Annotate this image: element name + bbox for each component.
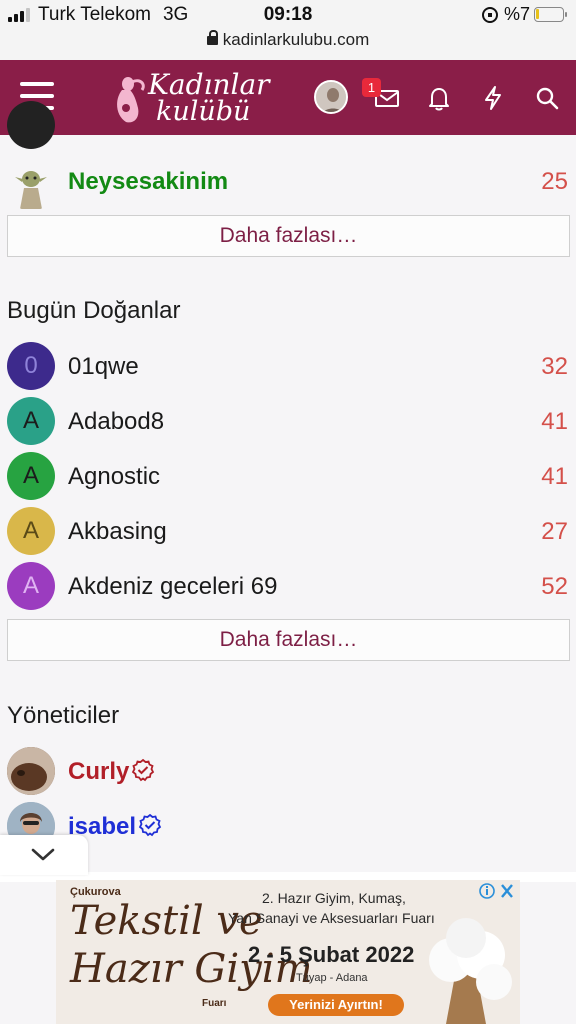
lock-icon: [206, 30, 218, 45]
avatar[interactable]: [7, 747, 55, 795]
admin-name-link[interactable]: Curly: [68, 758, 155, 786]
avatar[interactable]: A: [7, 397, 55, 445]
member-age: 32: [541, 353, 568, 380]
avatar[interactable]: [7, 163, 55, 211]
verified-badge-icon: [132, 758, 155, 782]
avatar[interactable]: [7, 101, 55, 149]
bell-icon[interactable]: [424, 83, 454, 113]
yoda-avatar-icon: [15, 171, 47, 209]
more-birthdays-button[interactable]: Daha fazlası…: [7, 619, 570, 661]
member-name-link[interactable]: 01qwe: [68, 353, 139, 381]
avatar[interactable]: A: [7, 507, 55, 555]
battery-info: %7: [481, 4, 567, 25]
ad-close-icon[interactable]: [478, 882, 516, 900]
ad-cta-button[interactable]: Yerinizi Ayırtın!: [268, 994, 404, 1016]
avatar[interactable]: A: [7, 452, 55, 500]
member-count: 25: [541, 168, 568, 195]
more-online-button[interactable]: Daha fazlası…: [7, 215, 570, 257]
member-name-link[interactable]: Akbasing: [68, 518, 167, 546]
battery-icon: [534, 7, 567, 22]
ad-headline-line2: Yan Sanayi ve Aksesuarları Fuarı: [228, 910, 435, 926]
search-icon[interactable]: [532, 83, 562, 113]
user-avatar[interactable]: [314, 80, 348, 114]
ad-dates: 2 - 5 Şubat 2022: [248, 942, 415, 967]
section-title-birthdays: Bugün Doğanlar: [7, 297, 181, 324]
logo-text-line2: kulübü: [156, 96, 251, 127]
member-name-link[interactable]: Neysesakinim: [68, 168, 228, 196]
address-bar[interactable]: kadinlarkulubu.com: [0, 30, 576, 60]
collapse-ad-button[interactable]: [0, 835, 88, 875]
member-age: 52: [541, 573, 568, 600]
url-text: kadinlarkulubu.com: [222, 30, 370, 49]
logo-figure-icon: [117, 77, 145, 123]
site-logo[interactable]: Kadınlar kulübü: [112, 66, 270, 130]
avatar[interactable]: 0: [7, 342, 55, 390]
avatar[interactable]: A: [7, 562, 55, 610]
chevron-down-icon: [31, 848, 55, 861]
status-bar: Turk Telekom 3G 09:18 %7: [0, 0, 576, 30]
member-age: 41: [541, 463, 568, 490]
rotation-lock-icon: [481, 6, 498, 23]
member-name-link[interactable]: Adabod8: [68, 408, 164, 436]
lightning-icon[interactable]: [478, 83, 508, 113]
section-title-admins: Yöneticiler: [7, 702, 120, 729]
dog-photo-icon: [7, 747, 55, 795]
battery-percent: %7: [503, 4, 530, 24]
cotton-image: [429, 918, 512, 1024]
verified-badge-icon: [138, 813, 162, 837]
member-name-link[interactable]: Akdeniz geceleri 69: [68, 573, 277, 601]
ad-title-suffix: Fuarı: [202, 998, 227, 1009]
member-age: 41: [541, 408, 568, 435]
ad-headline-line1: 2. Hazır Giyim, Kumaş,: [262, 890, 406, 906]
admin-name[interactable]: Curly: [68, 758, 129, 785]
ad-banner[interactable]: Çukurova Tekstil ve Hazır Giyim Fuarı 2.…: [56, 880, 520, 1024]
ad-venue: Tüyap - Adana: [296, 972, 368, 984]
member-name-link[interactable]: Agnostic: [68, 463, 160, 491]
ad-brand: Çukurova: [70, 886, 121, 898]
member-age: 27: [541, 518, 568, 545]
message-badge: 1: [362, 78, 381, 97]
